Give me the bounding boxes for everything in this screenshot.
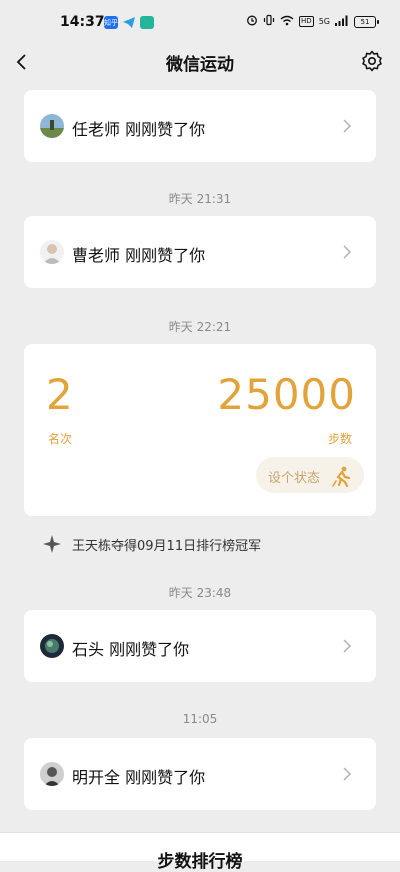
vibrate-icon: [263, 14, 275, 29]
status-time: 14:37: [60, 14, 105, 30]
chat-app-icon: [140, 16, 154, 29]
settings-button[interactable]: [360, 49, 384, 73]
timestamp: 昨天 23:48: [168, 586, 232, 600]
chevron-right-icon: [343, 767, 352, 781]
timestamp: 11:05: [182, 712, 218, 726]
rank-label: 名次: [48, 432, 73, 446]
avatar: [40, 634, 64, 658]
set-status-button[interactable]: 设个状态: [256, 457, 364, 493]
signal-icon: [335, 15, 349, 29]
running-person-icon: [332, 466, 351, 487]
steps-label: 步数: [327, 432, 352, 446]
notification-icons: 知乎: [104, 16, 154, 29]
wifi-icon: [280, 15, 294, 29]
like-notification-card[interactable]: 任老师 刚刚赞了你: [24, 90, 376, 162]
page-title: 微信运动: [166, 55, 234, 75]
avatar: [40, 532, 64, 556]
avatar: [40, 240, 64, 264]
zhihu-icon: 知乎: [104, 16, 118, 29]
steps-value: 25000: [217, 370, 356, 419]
hd-badge: HD: [299, 16, 314, 27]
timestamp: 昨天 22:21: [168, 320, 232, 334]
status-bar: 14:37 知乎 HD 5G 51: [0, 0, 400, 44]
like-message: 曹老师 刚刚赞了你: [72, 246, 206, 265]
nav-header: 微信运动: [0, 44, 400, 80]
alarm-icon: [246, 14, 258, 29]
system-icons: HD 5G 51: [246, 14, 379, 29]
steps-rank-card[interactable]: 2 名次 25000 步数 设个状态: [24, 344, 376, 516]
battery-icon: 51: [354, 15, 379, 28]
gear-icon: [362, 50, 382, 72]
champion-text: 王天栋夺得09月11日排行榜冠军: [72, 539, 262, 554]
avatar: [40, 762, 64, 786]
set-status-label: 设个状态: [268, 471, 321, 486]
rank-value: 2: [46, 370, 74, 419]
timestamp: 昨天 21:31: [168, 192, 232, 206]
signal-label: 5G: [318, 17, 330, 26]
like-message: 任老师 刚刚赞了你: [72, 120, 206, 139]
chevron-right-icon: [343, 245, 352, 259]
leaderboard-bar[interactable]: 步数排行榜: [0, 832, 400, 872]
like-notification-card[interactable]: 明开全 刚刚赞了你: [24, 738, 376, 810]
like-notification-card[interactable]: 石头 刚刚赞了你: [24, 610, 376, 682]
chevron-right-icon: [343, 639, 352, 653]
telegram-icon: [122, 16, 136, 29]
like-message: 明开全 刚刚赞了你: [72, 768, 206, 787]
like-message: 石头 刚刚赞了你: [72, 640, 190, 659]
like-notification-card[interactable]: 曹老师 刚刚赞了你: [24, 216, 376, 288]
chevron-right-icon: [343, 119, 352, 133]
avatar: [40, 114, 64, 138]
